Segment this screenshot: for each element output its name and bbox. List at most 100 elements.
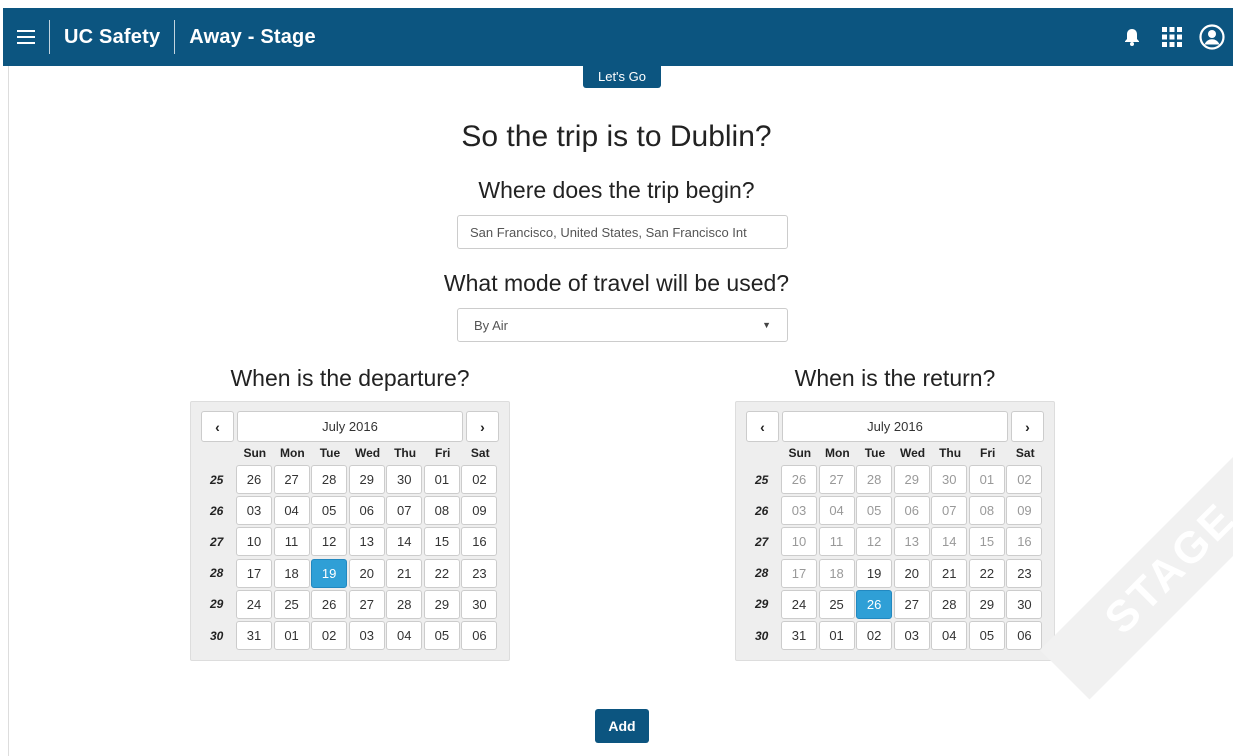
calendar-day[interactable]: 08 bbox=[423, 496, 460, 526]
calendar-week-row: 26 03 04 05 06 07 08 09 bbox=[746, 495, 1044, 526]
calendar-day[interactable]: 17 bbox=[235, 558, 272, 588]
calendar-day[interactable]: 06 bbox=[348, 496, 385, 526]
calendar-day[interactable]: 07 bbox=[386, 496, 423, 526]
menu-icon[interactable] bbox=[3, 8, 49, 66]
weekday-label: Sun bbox=[243, 446, 267, 460]
calendar-day[interactable]: 04 bbox=[386, 621, 423, 651]
calendar-day[interactable]: 02 bbox=[856, 621, 893, 651]
calendar-day[interactable]: 30 bbox=[1006, 589, 1043, 619]
calendar-day[interactable]: 20 bbox=[348, 558, 385, 588]
weekday-label: Tue bbox=[319, 446, 341, 460]
calendar-day[interactable]: 11 bbox=[273, 527, 310, 557]
stage-watermark: STAGE bbox=[1040, 437, 1233, 700]
calendar-day[interactable]: 01 bbox=[273, 621, 310, 651]
environment-name: Away - Stage bbox=[189, 25, 316, 48]
chevron-left-icon[interactable]: ‹ bbox=[201, 411, 234, 442]
calendar-day[interactable]: 03 bbox=[235, 496, 272, 526]
app-brand[interactable]: UC Safety bbox=[50, 26, 174, 49]
calendar-day[interactable]: 05 bbox=[968, 621, 1005, 651]
calendar-day[interactable]: 25 bbox=[818, 589, 855, 619]
chevron-left-icon[interactable]: ‹ bbox=[746, 411, 779, 442]
calendar-day[interactable]: 15 bbox=[423, 527, 460, 557]
calendar-day[interactable]: 19 bbox=[856, 558, 893, 588]
calendar-day[interactable]: 18 bbox=[273, 558, 310, 588]
calendar-day[interactable]: 29 bbox=[348, 465, 385, 495]
calendar-day[interactable]: 27 bbox=[348, 589, 385, 619]
calendar-day[interactable]: 23 bbox=[461, 558, 498, 588]
calendar-day[interactable]: 09 bbox=[461, 496, 498, 526]
chevron-right-icon[interactable]: › bbox=[1011, 411, 1044, 442]
calendar-day[interactable]: 03 bbox=[893, 621, 930, 651]
bell-icon[interactable] bbox=[1119, 24, 1145, 50]
calendar-month-label[interactable]: July 2016 bbox=[782, 411, 1008, 442]
calendar-day[interactable]: 14 bbox=[386, 527, 423, 557]
calendar-day[interactable]: 24 bbox=[780, 589, 817, 619]
calendar-day[interactable]: 02 bbox=[311, 621, 348, 651]
week-number: 30 bbox=[755, 628, 769, 643]
calendar-day[interactable]: 31 bbox=[780, 621, 817, 651]
calendar-day[interactable]: 26 bbox=[235, 465, 272, 495]
calendar-week-row: 25 26 27 28 29 30 01 02 bbox=[746, 464, 1044, 495]
calendar-day[interactable]: 23 bbox=[1006, 558, 1043, 588]
calendar-day: 28 bbox=[856, 465, 893, 495]
calendar-header: ‹ July 2016 › bbox=[201, 411, 499, 442]
calendar-day-selected[interactable]: 26 bbox=[856, 589, 893, 619]
calendar-day[interactable]: 05 bbox=[311, 496, 348, 526]
calendar-day[interactable]: 29 bbox=[968, 589, 1005, 619]
calendar-day[interactable]: 10 bbox=[235, 527, 272, 557]
calendar-day[interactable]: 20 bbox=[893, 558, 930, 588]
calendar-day[interactable]: 13 bbox=[348, 527, 385, 557]
weekday-label: Thu bbox=[939, 446, 962, 460]
calendar-day[interactable]: 22 bbox=[423, 558, 460, 588]
calendar-day[interactable]: 30 bbox=[461, 589, 498, 619]
calendar-day[interactable]: 24 bbox=[235, 589, 272, 619]
calendar-day[interactable]: 28 bbox=[386, 589, 423, 619]
calendar-day[interactable]: 25 bbox=[273, 589, 310, 619]
calendar-day[interactable]: 12 bbox=[311, 527, 348, 557]
weekday-label: Thu bbox=[394, 446, 417, 460]
lets-go-button[interactable]: Let's Go bbox=[583, 60, 661, 88]
calendar-day[interactable]: 01 bbox=[818, 621, 855, 651]
calendar-day[interactable]: 26 bbox=[311, 589, 348, 619]
calendar-day[interactable]: 30 bbox=[386, 465, 423, 495]
calendar-day[interactable]: 31 bbox=[235, 621, 272, 651]
calendar-day[interactable]: 27 bbox=[893, 589, 930, 619]
calendar-day[interactable]: 21 bbox=[386, 558, 423, 588]
calendar-day[interactable]: 06 bbox=[461, 621, 498, 651]
calendar-day[interactable]: 21 bbox=[931, 558, 968, 588]
calendar-header: ‹ July 2016 › bbox=[746, 411, 1044, 442]
calendar-day[interactable]: 29 bbox=[423, 589, 460, 619]
weekday-header: Sun Mon Tue Wed Thu Fri Sat bbox=[236, 442, 499, 464]
weekday-label: Sat bbox=[1015, 446, 1035, 460]
calendar-day[interactable]: 04 bbox=[931, 621, 968, 651]
calendar-day: 01 bbox=[968, 465, 1005, 495]
origin-input[interactable]: San Francisco, United States, San Franci… bbox=[457, 215, 788, 249]
calendar-day[interactable]: 22 bbox=[968, 558, 1005, 588]
calendar-day[interactable]: 28 bbox=[931, 589, 968, 619]
calendar-day: 14 bbox=[931, 527, 968, 557]
calendar-day[interactable]: 16 bbox=[461, 527, 498, 557]
calendar-day[interactable]: 28 bbox=[311, 465, 348, 495]
calendar-day[interactable]: 02 bbox=[461, 465, 498, 495]
calendar-day: 04 bbox=[818, 496, 855, 526]
user-circle-icon[interactable] bbox=[1199, 24, 1225, 50]
calendar-day[interactable]: 27 bbox=[273, 465, 310, 495]
calendar-day[interactable]: 06 bbox=[1006, 621, 1043, 651]
calendar-day[interactable]: 04 bbox=[273, 496, 310, 526]
calendar-day: 30 bbox=[931, 465, 968, 495]
calendar-day[interactable]: 01 bbox=[423, 465, 460, 495]
return-question: When is the return? bbox=[794, 365, 996, 391]
calendar-day[interactable]: 03 bbox=[348, 621, 385, 651]
apps-grid-icon[interactable] bbox=[1159, 24, 1185, 50]
week-number: 27 bbox=[210, 534, 224, 549]
calendar-day[interactable]: 05 bbox=[423, 621, 460, 651]
calendar-day-selected[interactable]: 19 bbox=[311, 558, 348, 588]
calendar-month-label[interactable]: July 2016 bbox=[237, 411, 463, 442]
calendar-day: 07 bbox=[931, 496, 968, 526]
add-button[interactable]: Add bbox=[595, 709, 649, 743]
week-number: 29 bbox=[210, 597, 224, 612]
chevron-right-icon[interactable]: › bbox=[466, 411, 499, 442]
calendar-day: 03 bbox=[780, 496, 817, 526]
travel-mode-select[interactable]: By Air ▼ bbox=[457, 308, 788, 342]
calendar-day: 05 bbox=[856, 496, 893, 526]
